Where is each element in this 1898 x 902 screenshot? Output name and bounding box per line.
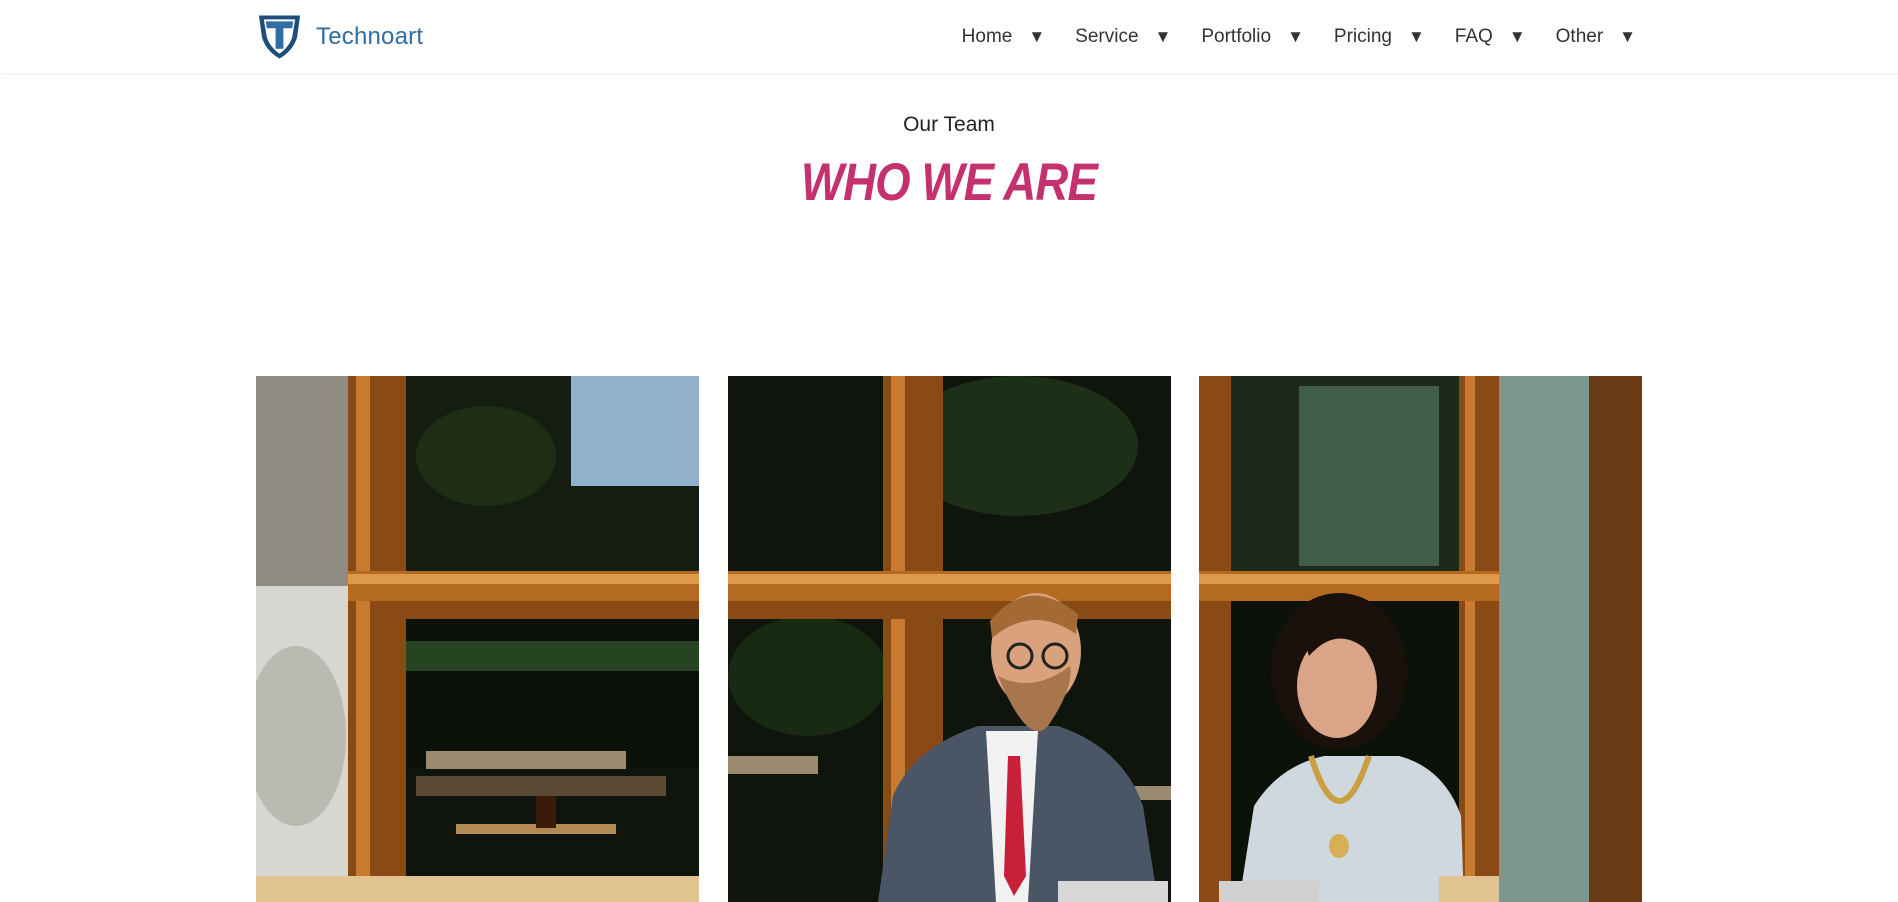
section-subtitle: Our Team bbox=[903, 113, 995, 136]
nav-item-label: Portfolio bbox=[1201, 26, 1272, 47]
nav-item-label: Home bbox=[961, 26, 1013, 47]
main-nav: Home ▼ Service ▼ Portfolio ▼ Pricing ▼ F… bbox=[932, 0, 1636, 74]
nav-item-other[interactable]: Other ▼ bbox=[1556, 26, 1636, 48]
nav-item-portfolio[interactable]: Portfolio ▼ bbox=[1201, 26, 1304, 48]
caret-down-icon: ▼ bbox=[1508, 27, 1526, 46]
nav-item-service[interactable]: Service ▼ bbox=[1075, 26, 1171, 48]
caret-down-icon: ▼ bbox=[1028, 27, 1046, 46]
caret-down-icon: ▼ bbox=[1154, 27, 1172, 46]
nav-item-pricing[interactable]: Pricing ▼ bbox=[1334, 26, 1425, 48]
cafe-window-empty-table-photo bbox=[256, 376, 699, 902]
nav-item-label: Other bbox=[1555, 26, 1604, 47]
caret-down-icon: ▼ bbox=[1407, 27, 1425, 46]
nav-item-label: Service bbox=[1075, 26, 1139, 47]
team-card[interactable] bbox=[1199, 376, 1642, 902]
team-card[interactable] bbox=[256, 376, 699, 902]
team-card[interactable] bbox=[728, 376, 1171, 902]
nav-item-faq[interactable]: FAQ ▼ bbox=[1455, 26, 1526, 48]
section-title: WHO WE ARE bbox=[800, 153, 1098, 212]
nav-item-label: FAQ bbox=[1454, 26, 1493, 47]
curly-haired-woman-photo bbox=[1199, 376, 1642, 902]
top-navbar: Technoart Home ▼ Service ▼ Portfolio ▼ P… bbox=[0, 0, 1898, 74]
bearded-man-in-suit-photo bbox=[728, 376, 1171, 902]
caret-down-icon: ▼ bbox=[1287, 27, 1304, 46]
nav-item-label: Pricing bbox=[1333, 26, 1392, 47]
brand-link[interactable]: Technoart bbox=[256, 13, 423, 61]
shield-t-logo-icon bbox=[258, 15, 301, 59]
brand-name: Technoart bbox=[316, 23, 424, 50]
nav-item-home[interactable]: Home ▼ bbox=[962, 26, 1046, 48]
caret-down-icon: ▼ bbox=[1619, 27, 1636, 46]
